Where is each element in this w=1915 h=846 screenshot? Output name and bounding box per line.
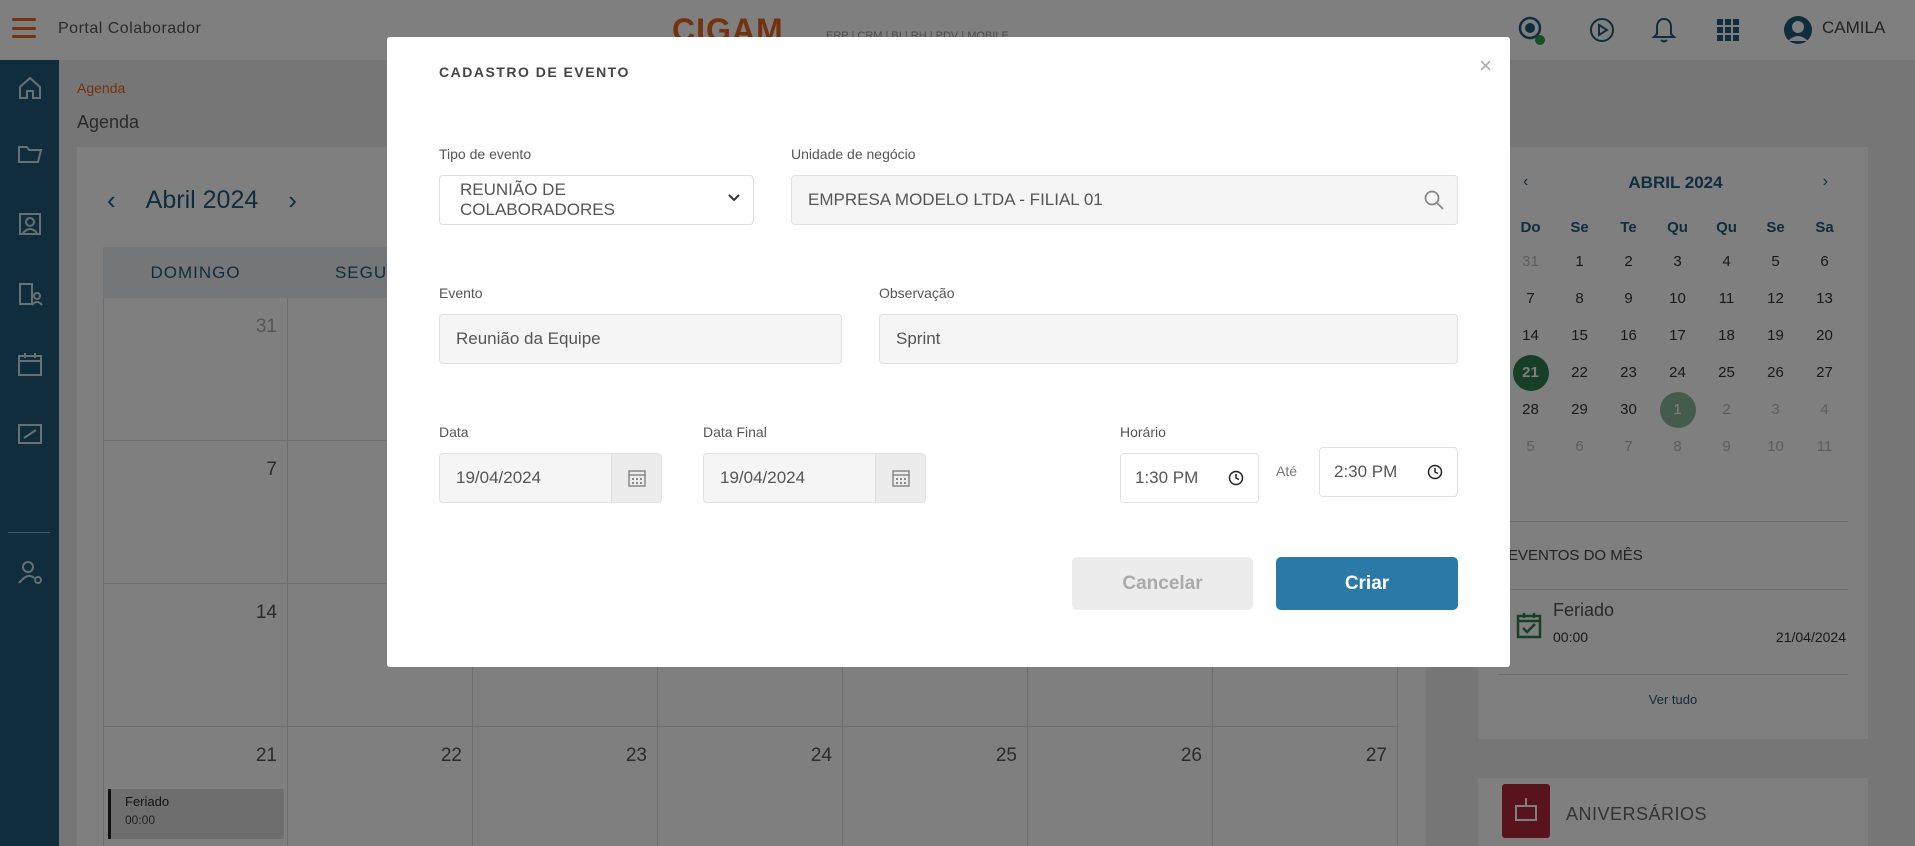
start-time-input[interactable]: 1:30 PM [1120, 453, 1259, 503]
end-date-input[interactable]: 19/04/2024 [703, 453, 926, 503]
event-registration-modal: × CADASTRO DE EVENTO Tipo de evento REUN… [387, 37, 1510, 667]
date-label: Data [439, 424, 469, 440]
business-unit-field[interactable]: EMPRESA MODELO LTDA - FILIAL 01 [791, 175, 1458, 225]
date-value: 19/04/2024 [456, 468, 542, 487]
until-label: Até [1276, 463, 1298, 479]
cancel-button[interactable]: Cancelar [1072, 557, 1253, 610]
end-time-value: 2:30 PM [1334, 462, 1398, 481]
search-icon[interactable] [1423, 189, 1445, 211]
event-name-input[interactable]: Reunião da Equipe [439, 314, 842, 364]
start-time-value: 1:30 PM [1135, 468, 1199, 487]
event-type-label: Tipo de evento [439, 146, 532, 162]
date-input[interactable]: 19/04/2024 [439, 453, 662, 503]
business-unit-value: EMPRESA MODELO LTDA - FILIAL 01 [808, 190, 1103, 209]
event-name-label: Evento [439, 285, 483, 301]
chevron-down-icon [728, 194, 740, 202]
end-date-picker-button[interactable] [875, 454, 925, 502]
end-date-value: 19/04/2024 [720, 468, 806, 487]
observation-label: Observação [879, 285, 955, 301]
clock-icon[interactable] [1427, 464, 1443, 480]
create-button[interactable]: Criar [1276, 557, 1458, 610]
modal-title: CADASTRO DE EVENTO [439, 64, 630, 80]
time-label: Horário [1120, 424, 1166, 440]
event-type-select[interactable]: REUNIÃO DE COLABORADORES [439, 175, 754, 225]
business-unit-label: Unidade de negócio [791, 146, 916, 162]
end-date-label: Data Final [703, 424, 767, 440]
clock-icon[interactable] [1228, 470, 1244, 486]
end-time-input[interactable]: 2:30 PM [1319, 447, 1458, 497]
close-icon[interactable]: × [1479, 53, 1492, 79]
calendar-icon [627, 470, 646, 487]
event-type-value: REUNIÃO DE COLABORADORES [460, 180, 615, 219]
calendar-icon [891, 470, 910, 487]
date-picker-button[interactable] [611, 454, 661, 502]
observation-input[interactable]: Sprint [879, 314, 1458, 364]
